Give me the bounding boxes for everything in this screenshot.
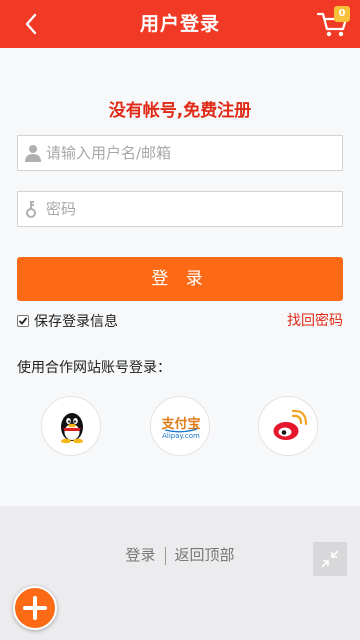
page-footer: 登录 返回顶部 (0, 506, 360, 640)
footer-login-link[interactable]: 登录 (125, 546, 155, 564)
alipay-logo-subtext: Alipay.com (162, 432, 200, 440)
qq-login-button[interactable] (41, 396, 101, 456)
password-field[interactable] (17, 191, 343, 227)
app-header: 用户登录 0 (0, 0, 360, 48)
partner-login-label: 使用合作网站账号登录： (17, 360, 171, 376)
footer-divider (164, 546, 166, 565)
qq-penguin-icon (61, 413, 83, 444)
cart-count-badge: 0 (334, 6, 350, 22)
alipay-login-button[interactable]: 支付宝 Alipay.com (150, 396, 210, 456)
password-input[interactable] (46, 192, 336, 226)
floating-add-button[interactable] (13, 586, 57, 630)
back-to-top-link[interactable]: 返回顶部 (175, 546, 235, 564)
user-icon (25, 145, 41, 162)
checkbox-checked-icon[interactable] (17, 315, 29, 327)
weibo-icon (273, 409, 308, 440)
plus-icon (23, 596, 47, 620)
login-panel: 没有帐号,免费注册 登 录 保存登录信息 找回密码 使用合作网站账号登录： (0, 48, 360, 506)
login-button[interactable]: 登 录 (17, 257, 343, 301)
alipay-logo-icon: 支付宝 Alipay.com (160, 416, 200, 440)
username-field[interactable] (17, 135, 343, 171)
page-title: 用户登录 (139, 13, 220, 35)
weibo-login-button[interactable] (258, 396, 318, 456)
remember-login-checkbox[interactable]: 保存登录信息 (17, 311, 118, 331)
find-password-link[interactable]: 找回密码 (287, 311, 343, 331)
register-link[interactable]: 没有帐号,免费注册 (0, 96, 360, 121)
collapse-arrows-icon (321, 550, 339, 568)
footer-links: 登录 返回顶部 (0, 544, 360, 565)
collapse-button[interactable] (313, 542, 347, 576)
remember-login-label: 保存登录信息 (34, 314, 118, 330)
username-input[interactable] (46, 136, 336, 170)
key-icon (26, 201, 36, 218)
